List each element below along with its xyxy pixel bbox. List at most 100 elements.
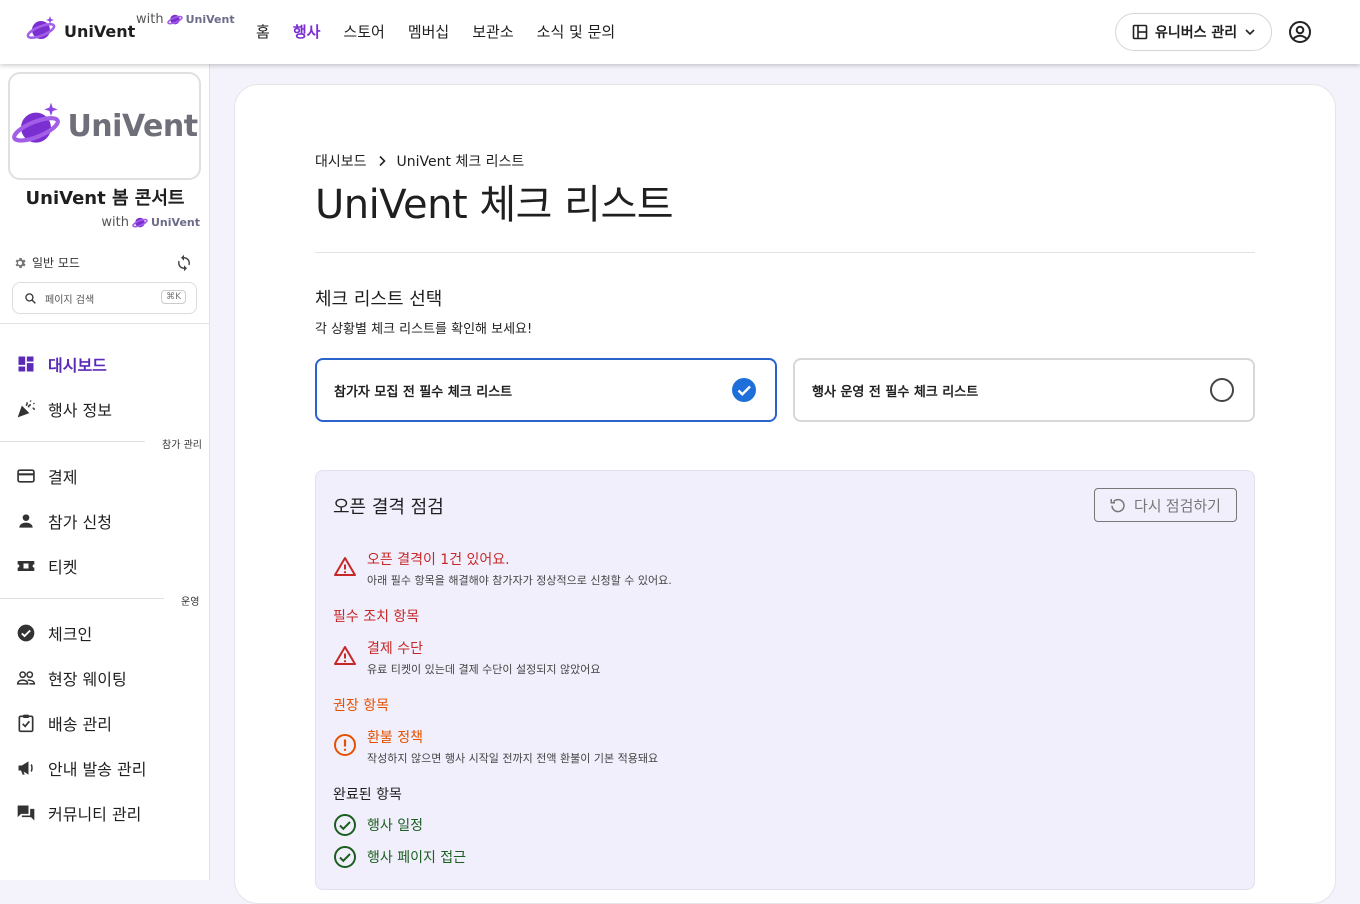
- megaphone-icon: [18, 761, 33, 775]
- chevron-down-icon: [1245, 29, 1255, 36]
- sidebar-item-event-info[interactable]: 행사 정보: [16, 397, 112, 421]
- sidebar-item-onsite-waiting[interactable]: 현장 웨이팅: [16, 666, 127, 690]
- main-nav: 홈 행사 스토어 멤버십 보관소 소식 및 문의: [256, 21, 615, 42]
- breadcrumb-dashboard[interactable]: 대시보드: [315, 151, 367, 171]
- option-label: 행사 운영 전 필수 체크 리스트: [812, 384, 979, 400]
- required-item-title: 결제 수단: [367, 641, 423, 657]
- page-title: UniVent 체크 리스트: [315, 182, 674, 228]
- with-text: with: [101, 214, 129, 230]
- summary-alert: 오픈 결격이 1건 있어요. 아래 필수 항목을 해결해야 참가자가 정상적으로…: [333, 549, 672, 588]
- divider: [0, 598, 164, 599]
- section-label-participants: 참가 관리: [162, 440, 202, 451]
- option-label: 참가자 모집 전 필수 체크 리스트: [334, 384, 513, 400]
- completed-item: 행사 페이지 접근: [333, 845, 466, 869]
- completed-group-label: 완료된 항목: [333, 787, 402, 803]
- checklist-select-title: 체크 리스트 선택: [315, 289, 443, 310]
- sidebar-item-label: 안내 발송 관리: [48, 760, 147, 779]
- warning-triangle-icon: [334, 557, 356, 576]
- warning-triangle-icon: [334, 646, 356, 665]
- checklist-select-desc: 각 상황별 체크 리스트를 확인해 보세요!: [315, 322, 533, 337]
- nav-events[interactable]: 행사: [293, 21, 321, 42]
- sidebar-item-label: 현장 웨이팅: [48, 670, 127, 689]
- event-logo: UniVent: [8, 72, 201, 180]
- check-circle-filled-icon: [732, 378, 756, 402]
- completed-item-label: 행사 페이지 접근: [367, 850, 467, 866]
- planet-logo-icon: [26, 16, 56, 39]
- forum-icon: [17, 805, 35, 821]
- sidebar-item-label: 커뮤니티 관리: [48, 805, 142, 824]
- gear-icon: [15, 257, 26, 268]
- panel-title: 오픈 결격 점검: [333, 497, 444, 518]
- sidebar-item-payment[interactable]: 결제: [16, 464, 77, 488]
- sidebar-item-ticket[interactable]: 티켓: [16, 554, 77, 578]
- completed-item: 행사 일정: [333, 813, 423, 837]
- brand-with: with UniVent: [136, 11, 235, 27]
- search-placeholder: 페이지 검색: [45, 294, 95, 306]
- recommended-item-title: 환불 정책: [367, 730, 423, 746]
- person-icon: [19, 514, 33, 528]
- page-search-input[interactable]: 페이지 검색 ⌘K: [12, 282, 197, 314]
- checklist-option-recruitment[interactable]: 참가자 모집 전 필수 체크 리스트: [315, 358, 777, 422]
- brand-logo[interactable]: UniVent with UniVent: [26, 12, 235, 44]
- chevron-right-icon: [378, 155, 386, 167]
- sidebar-item-label: 티켓: [48, 558, 78, 577]
- clipboard-check-icon: [18, 714, 34, 733]
- sidebar-item-label: 행사 정보: [48, 401, 112, 420]
- completed-item-label: 행사 일정: [367, 818, 423, 834]
- sidebar-item-notice[interactable]: 안내 발송 관리: [16, 756, 147, 780]
- radio-unchecked-icon: [1210, 378, 1234, 402]
- breadcrumb: 대시보드 UniVent 체크 리스트: [315, 151, 524, 171]
- nav-store[interactable]: 스토어: [343, 21, 384, 42]
- sidebar-item-shipping[interactable]: 배송 관리: [16, 711, 112, 735]
- recommended-item-refund[interactable]: 환불 정책 작성하지 않으면 행사 시작일 전까지 전액 환불이 기본 적용돼요: [333, 727, 658, 766]
- sidebar-item-registration[interactable]: 참가 신청: [16, 509, 112, 533]
- recheck-label: 다시 점검하기: [1134, 497, 1221, 515]
- with-brand: UniVent: [185, 12, 235, 26]
- nav-membership[interactable]: 멤버십: [408, 21, 449, 42]
- credit-card-icon: [17, 469, 35, 483]
- planet-logo-icon: [12, 102, 61, 143]
- people-icon: [16, 671, 36, 685]
- dashboard-icon: [18, 356, 34, 372]
- nav-news-inquiry[interactable]: 소식 및 문의: [537, 21, 616, 42]
- event-name: UniVent 봄 콘서트: [25, 188, 185, 209]
- search-shortcut: ⌘K: [161, 290, 186, 304]
- sidebar-item-label: 대시보드: [48, 356, 107, 375]
- divider: [0, 441, 145, 442]
- required-item-desc: 유료 티켓이 있는데 결제 수단이 설정되지 않았어요: [367, 663, 601, 676]
- check-circle-outline-icon: [334, 814, 356, 836]
- logo-text: UniVent: [67, 108, 198, 144]
- breadcrumb-current: UniVent 체크 리스트: [396, 154, 525, 170]
- sidebar-item-label: 참가 신청: [48, 513, 112, 532]
- universe-manage-button[interactable]: 유니버스 관리: [1115, 13, 1272, 51]
- divider: [0, 323, 210, 324]
- checklist-option-operation[interactable]: 행사 운영 전 필수 체크 리스트: [793, 358, 1255, 422]
- alert-circle-icon: [334, 734, 356, 756]
- required-item-payment[interactable]: 결제 수단 유료 티켓이 있는데 결제 수단이 설정되지 않았어요: [333, 638, 601, 677]
- section-label-operations: 운영: [181, 597, 200, 608]
- recommended-group-label: 권장 항목: [333, 698, 389, 714]
- refresh-icon: [1110, 498, 1125, 513]
- sidebar-item-checkin[interactable]: 체크인: [16, 621, 92, 645]
- sidebar: UniVent UniVent 봄 콘서트 with UniVent 일반 모드…: [0, 64, 210, 880]
- nav-home[interactable]: 홈: [256, 21, 270, 42]
- sidebar-item-label: 체크인: [48, 625, 93, 644]
- mini-planet-icon: [166, 14, 183, 25]
- layout-icon: [1132, 24, 1148, 40]
- with-brand: UniVent: [151, 215, 200, 229]
- mini-planet-icon: [132, 217, 148, 228]
- divider: [315, 252, 1255, 253]
- mode-toggle[interactable]: 일반 모드: [13, 254, 80, 271]
- sidebar-item-label: 결제: [48, 468, 78, 487]
- sidebar-item-dashboard[interactable]: 대시보드: [16, 352, 107, 376]
- summary-desc: 아래 필수 항목을 해결해야 참가자가 정상적으로 신청할 수 있어요.: [367, 574, 672, 587]
- with-text: with: [136, 11, 164, 27]
- open-check-panel: [315, 470, 1255, 890]
- sync-icon[interactable]: [175, 254, 193, 272]
- event-with: with UniVent: [101, 214, 200, 230]
- summary-title: 오픈 결격이 1건 있어요.: [367, 552, 510, 568]
- account-circle-icon[interactable]: [1288, 20, 1312, 44]
- sidebar-item-community[interactable]: 커뮤니티 관리: [16, 801, 141, 825]
- recheck-button[interactable]: 다시 점검하기: [1094, 488, 1237, 522]
- nav-archive[interactable]: 보관소: [472, 21, 513, 42]
